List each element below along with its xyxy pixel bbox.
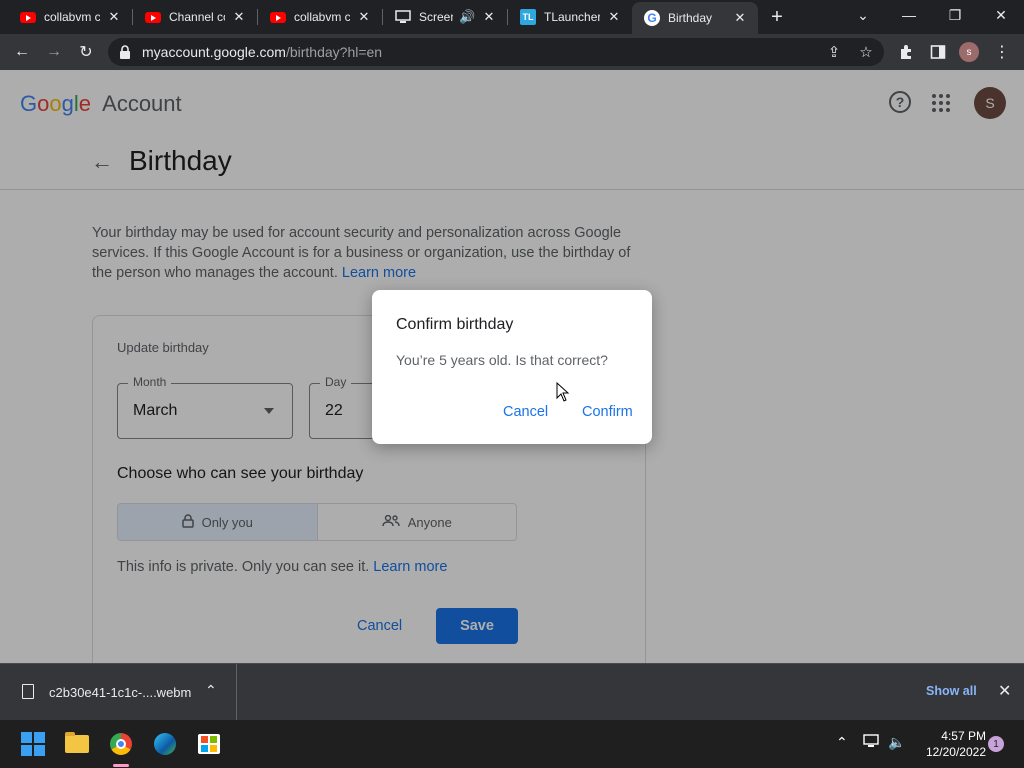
file-icon [22, 684, 34, 699]
active-app-indicator [113, 764, 129, 767]
url-path: /birthday?hl=en [285, 44, 383, 60]
windows-taskbar: ⌃ 🔈 4:57 PM 12/20/2022 1 [0, 720, 1024, 768]
system-clock[interactable]: 4:57 PM 12/20/2022 [912, 728, 986, 760]
tab-title: collabvm cl [44, 10, 100, 24]
tab-tlauncher[interactable]: TL TLauncher ✕ [508, 0, 632, 34]
youtube-icon [270, 9, 286, 25]
share-icon[interactable]: ⇪ [824, 42, 844, 62]
forward-icon[interactable]: → [42, 40, 66, 64]
dialog-cancel-button[interactable]: Cancel [503, 404, 548, 420]
close-tab-icon[interactable]: ✕ [606, 9, 622, 25]
reload-icon[interactable]: ↻ [74, 40, 98, 64]
volume-icon[interactable]: 🔈 [888, 734, 905, 751]
url-host: myaccount.google.com [142, 44, 286, 60]
close-tab-icon[interactable]: ✕ [106, 9, 122, 25]
download-shelf: c2b30e41-1c1c-....webm ⌃ Show all ✕ [0, 663, 1024, 720]
tab-channel[interactable]: Channel co ✕ [133, 0, 257, 34]
download-filename: c2b30e41-1c1c-....webm [49, 685, 192, 700]
tab-search-chevron-icon[interactable]: ⌄ [840, 0, 886, 30]
back-icon[interactable]: ← [10, 40, 34, 64]
show-all-downloads-link[interactable]: Show all [926, 684, 977, 698]
tlauncher-icon: TL [520, 9, 536, 25]
chevron-up-tray-icon[interactable]: ⌃ [836, 734, 848, 751]
dialog-title: Confirm birthday [396, 316, 514, 333]
new-tab-icon[interactable]: + [766, 6, 788, 28]
tab-screen[interactable]: Screen 🔊 ✕ [383, 0, 507, 34]
close-tab-icon[interactable]: ✕ [231, 9, 247, 25]
tab-title: Birthday [668, 11, 713, 25]
close-tab-icon[interactable]: ✕ [481, 9, 497, 25]
youtube-icon [20, 9, 36, 25]
address-bar[interactable]: myaccount.google.com/birthday?hl=en ⇪ ☆ [108, 38, 884, 66]
google-icon: G [644, 10, 660, 26]
notification-badge[interactable]: 1 [988, 736, 1004, 752]
tab-title: Screen [419, 10, 453, 24]
restore-icon[interactable]: ❐ [932, 0, 978, 30]
file-explorer-icon[interactable] [62, 729, 92, 759]
chrome-icon[interactable] [106, 729, 136, 759]
window-close-icon[interactable]: ✕ [978, 0, 1024, 30]
download-item[interactable]: c2b30e41-1c1c-....webm ⌃ [0, 664, 237, 720]
clock-time: 4:57 PM [941, 729, 986, 743]
clock-date: 12/20/2022 [925, 745, 986, 759]
tab-collabvm-1[interactable]: collabvm cl ✕ [8, 0, 132, 34]
tab-birthday[interactable]: G Birthday ✕ [632, 2, 758, 34]
browser-toolbar: ← → ↻ myaccount.google.com/birthday?hl=e… [0, 34, 1024, 70]
chevron-up-icon[interactable]: ⌃ [205, 682, 217, 699]
screen-icon [395, 9, 411, 25]
tab-title: collabvm cl [294, 10, 350, 24]
more-menu-icon[interactable]: ⋮ [990, 40, 1014, 64]
side-panel-icon[interactable] [926, 40, 950, 64]
store-icon[interactable] [194, 729, 224, 759]
close-download-shelf-icon[interactable]: ✕ [998, 681, 1011, 701]
bookmark-star-icon[interactable]: ☆ [856, 42, 876, 62]
tab-title: Channel co [169, 10, 225, 24]
extensions-puzzle-icon[interactable] [894, 40, 918, 64]
mouse-cursor-icon [556, 382, 570, 402]
browser-tab-strip: collabvm cl ✕ Channel co ✕ collabvm cl ✕… [0, 0, 1024, 34]
network-icon[interactable] [863, 734, 881, 751]
minimize-icon[interactable]: — [886, 0, 932, 30]
edge-icon[interactable] [150, 729, 180, 759]
url-text: myaccount.google.com/birthday?hl=en [142, 44, 382, 60]
close-tab-icon[interactable]: ✕ [356, 9, 372, 25]
profile-avatar[interactable]: s [959, 42, 979, 62]
windows-start-icon[interactable] [18, 729, 48, 759]
youtube-icon [145, 9, 161, 25]
dialog-message: You’re 5 years old. Is that correct? [396, 352, 608, 368]
confirm-birthday-dialog: Confirm birthday You’re 5 years old. Is … [372, 290, 652, 444]
tab-title: TLauncher [544, 10, 600, 24]
tab-collabvm-2[interactable]: collabvm cl ✕ [258, 0, 382, 34]
page-content: Google Account ? S ← Birthday Your birth… [0, 70, 1024, 663]
lock-icon[interactable] [118, 44, 132, 60]
dialog-confirm-button[interactable]: Confirm [582, 404, 633, 420]
close-tab-icon[interactable]: ✕ [732, 10, 748, 26]
audio-playing-icon[interactable]: 🔊 [459, 9, 475, 25]
